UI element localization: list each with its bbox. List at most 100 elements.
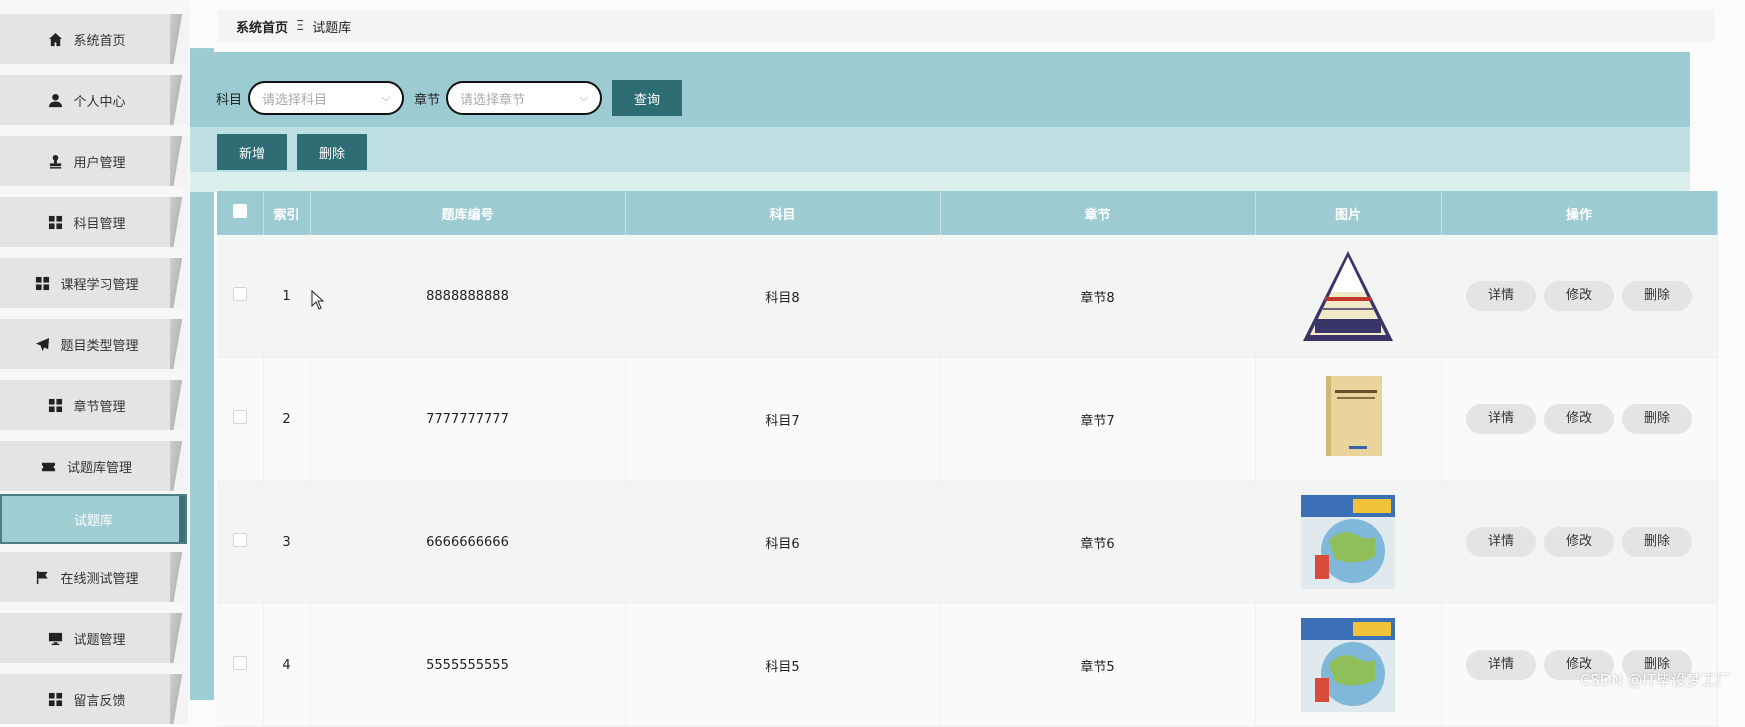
sidebar-item-label: 系统首页	[73, 33, 126, 49]
chapter-select[interactable]: 请选择章节 ⌵	[446, 81, 603, 115]
edit-button[interactable]: 修改	[1544, 527, 1614, 557]
detail-button[interactable]: 详情	[1466, 650, 1536, 680]
sidebar-item-chapter-management[interactable]: 章节管理	[0, 380, 188, 430]
row-actions: 详情 修改 删除	[1441, 357, 1718, 481]
row-chapter: 章节8	[940, 235, 1256, 358]
breadcrumb: 系统首页 Ξ 试题库	[218, 10, 1714, 42]
sidebar-item-feedback[interactable]: 留言反馈	[0, 674, 188, 724]
detail-button[interactable]: 详情	[1466, 404, 1536, 434]
grid-icon	[47, 691, 63, 707]
breadcrumb-separator: Ξ	[296, 18, 305, 34]
row-actions: 详情 修改 删除	[1441, 235, 1718, 358]
sidebar-item-label: 试题管理	[73, 632, 126, 648]
row-checkbox[interactable]	[232, 533, 247, 547]
math-book-cover-image	[1301, 495, 1395, 589]
row-chapter: 章节7	[940, 357, 1256, 481]
row-image-cell	[1255, 480, 1442, 604]
sidebar-item-online-test-management[interactable]: 在线测试管理	[0, 552, 188, 602]
table-row: 1 8888888888 科目8 章节8 详情 修改 删除	[217, 235, 1718, 358]
row-subject: 科目6	[625, 480, 941, 604]
chapter-filter-label: 章节	[414, 92, 441, 108]
column-header-image: 图片	[1255, 191, 1442, 235]
select-all-cell	[217, 191, 264, 235]
row-delete-button[interactable]: 删除	[1622, 281, 1692, 311]
row-code: 6666666666	[310, 480, 626, 604]
sidebar-item-personal-center[interactable]: 个人中心	[0, 75, 188, 125]
sidebar-item-question-bank-management[interactable]: 试题库管理	[0, 441, 188, 491]
column-header-chapter: 章节	[940, 191, 1256, 235]
sidebar-subitem-question-bank[interactable]: 试题库	[0, 494, 187, 544]
chevron-down-icon: ⌵	[579, 91, 589, 104]
sidebar-item-label: 在线测试管理	[60, 571, 139, 587]
row-index: 4	[263, 603, 311, 727]
chevron-down-icon: ⌵	[381, 91, 391, 104]
add-button[interactable]: 新增	[217, 134, 287, 170]
row-chapter: 章节6	[940, 480, 1256, 604]
grid-icon	[47, 214, 63, 230]
row-delete-button[interactable]: 删除	[1622, 527, 1692, 557]
row-checkbox[interactable]	[232, 656, 247, 670]
user-icon	[47, 92, 63, 108]
sidebar-item-label: 留言反馈	[73, 693, 126, 709]
table-row: 2 7777777777 科目7 章节7 详情 修改 删除	[217, 357, 1718, 481]
table-row: 4 5555555555 科目5 章节5 详情 修改 删除	[217, 603, 1718, 727]
sidebar-item-subject-management[interactable]: 科目管理	[0, 197, 188, 247]
grid-icon	[47, 397, 63, 413]
sidebar-item-user-management[interactable]: 用户管理	[0, 136, 188, 186]
home-icon	[47, 31, 63, 47]
subject-select[interactable]: 请选择科目 ⌵	[248, 81, 405, 115]
send-icon	[34, 336, 50, 352]
row-code: 8888888888	[310, 235, 626, 358]
row-checkbox[interactable]	[232, 287, 247, 301]
sidebar-item-question-type-management[interactable]: 题目类型管理	[0, 319, 188, 369]
row-subject: 科目7	[625, 357, 941, 481]
subject-filter-label: 科目	[216, 92, 243, 108]
grid-icon	[34, 275, 50, 291]
detail-button[interactable]: 详情	[1466, 281, 1536, 311]
table-row: 3 6666666666 科目6 章节6 详情 修改 删除	[217, 480, 1718, 604]
row-image-cell	[1255, 603, 1442, 727]
search-panel	[190, 52, 1690, 192]
chapter-select-placeholder: 请选择章节	[460, 92, 526, 108]
table-header: 索引 题库编号 科目 章节 图片 操作	[217, 191, 1718, 235]
sidebar-subitem-label: 试题库	[73, 513, 113, 529]
user-stamp-icon	[47, 153, 63, 169]
sidebar-item-label: 个人中心	[73, 94, 126, 110]
sidebar-item-course-management[interactable]: 课程学习管理	[0, 258, 188, 308]
row-code: 5555555555	[310, 603, 626, 727]
row-image-cell	[1255, 357, 1442, 481]
column-header-index: 索引	[263, 191, 311, 235]
monitor-icon	[47, 630, 63, 646]
sidebar-item-question-management[interactable]: 试题管理	[0, 613, 188, 663]
edit-button[interactable]: 修改	[1544, 281, 1614, 311]
row-chapter: 章节5	[940, 603, 1256, 727]
column-header-subject: 科目	[625, 191, 941, 235]
ticket-icon	[41, 458, 57, 474]
column-header-code: 题库编号	[310, 191, 626, 235]
sidebar-item-label: 章节管理	[73, 399, 126, 415]
row-index: 3	[263, 480, 311, 604]
query-button[interactable]: 查询	[612, 80, 683, 116]
row-checkbox[interactable]	[232, 410, 247, 424]
sidebar: 系统首页 个人中心 用户管理 科目管理 课程学习管理 题目类型管理 章节管理 试…	[0, 0, 190, 724]
sidebar-item-home[interactable]: 系统首页	[0, 14, 188, 64]
delete-button[interactable]: 删除	[297, 134, 367, 170]
select-all-checkbox[interactable]	[232, 204, 247, 218]
breadcrumb-current: 试题库	[312, 20, 352, 36]
row-code: 7777777777	[310, 357, 626, 481]
question-bank-table: 索引 题库编号 科目 章节 图片 操作 1 8888888888 科目8 章节8	[217, 191, 1718, 727]
sidebar-item-label: 试题库管理	[66, 460, 132, 476]
action-buttons: 新增 删除	[217, 134, 367, 170]
row-index: 1	[263, 235, 311, 358]
edit-button[interactable]: 修改	[1544, 404, 1614, 434]
sidebar-item-label: 课程学习管理	[60, 277, 139, 293]
watermark: CSDN @IT毕设梦工厂	[1579, 671, 1731, 689]
detail-button[interactable]: 详情	[1466, 527, 1536, 557]
row-actions: 详情 修改 删除	[1441, 480, 1718, 604]
mouse-cursor-icon	[311, 290, 325, 310]
sidebar-item-label: 科目管理	[73, 216, 126, 232]
breadcrumb-home[interactable]: 系统首页	[236, 17, 288, 36]
row-delete-button[interactable]: 删除	[1622, 404, 1692, 434]
sidebar-item-label: 题目类型管理	[60, 338, 139, 354]
row-subject: 科目5	[625, 603, 941, 727]
